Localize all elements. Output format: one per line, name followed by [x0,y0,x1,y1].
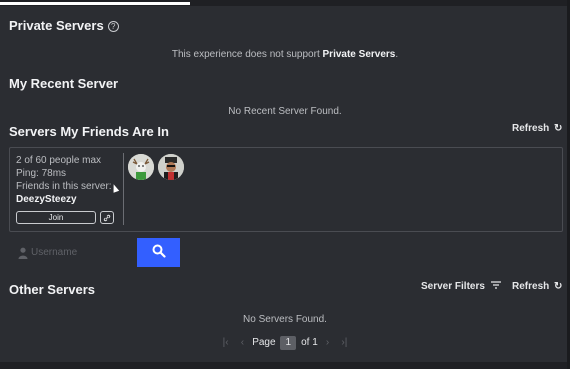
card-divider [123,153,124,225]
friend-avatar[interactable] [158,154,184,180]
other-refresh-label: Refresh [512,281,550,292]
refresh-icon: ↻ [554,281,563,292]
friends-in-server-label: Friends in this server: [16,181,112,192]
friends-in-server: Friends in this server: DeezySteezy [16,180,124,206]
help-icon[interactable]: ? [107,21,119,32]
server-info: 2 of 60 people max Ping: 78ms Friends in… [16,154,124,206]
prev-page-icon[interactable]: ‹ [235,337,249,348]
private-servers-title-text: Private Servers [9,18,104,33]
private-servers-message-prefix: This experience does not support [171,49,323,60]
filter-icon [490,281,501,289]
private-servers-title: Private Servers? [9,18,119,33]
username-input[interactable] [31,242,131,262]
friends-refresh-button[interactable]: Refresh ↻ [512,123,562,134]
username-search [9,238,181,267]
search-button[interactable] [137,238,180,267]
bottom-bar [0,362,570,369]
link-icon[interactable] [100,211,114,224]
other-servers-empty-message: No Servers Found. [243,314,327,325]
pagination: |‹ ‹ Page 1 of 1 › ›| [0,336,570,350]
other-servers-title: Other Servers [9,282,95,297]
server-filters-label: Server Filters [421,281,485,292]
friends-servers-title: Servers My Friends Are In [9,124,169,139]
active-tab-indicator [0,2,190,5]
server-capacity: 2 of 60 people max [16,155,102,166]
private-servers-message: This experience does not support Private… [0,49,570,60]
search-icon [152,244,166,258]
current-page[interactable]: 1 [280,336,297,350]
page-label: Page [252,337,276,348]
user-icon [18,247,28,259]
recent-server-empty-message: No Recent Server Found. [228,106,342,117]
other-refresh-button[interactable]: Refresh ↻ [512,281,562,292]
recent-server-title: My Recent Server [9,76,119,91]
first-page-icon[interactable]: |‹ [219,337,233,348]
friends-refresh-label: Refresh [512,123,550,134]
join-button[interactable]: Join [16,211,96,224]
private-servers-message-suffix: . [395,49,399,60]
friend-name: DeezySteezy [16,194,77,205]
server-filters-button[interactable]: Server Filters [421,281,501,292]
private-servers-message-bold: Private Servers [322,49,396,60]
page-of-label: of 1 [301,337,318,348]
friend-avatar[interactable] [128,154,154,180]
friend-server-card: 2 of 60 people max Ping: 78ms Friends in… [9,147,563,232]
top-tab-bar [0,0,570,6]
server-ping: Ping: 78ms [16,168,67,179]
last-page-icon[interactable]: ›| [337,337,351,348]
next-page-icon[interactable]: › [321,337,335,348]
refresh-icon: ↻ [554,123,563,134]
